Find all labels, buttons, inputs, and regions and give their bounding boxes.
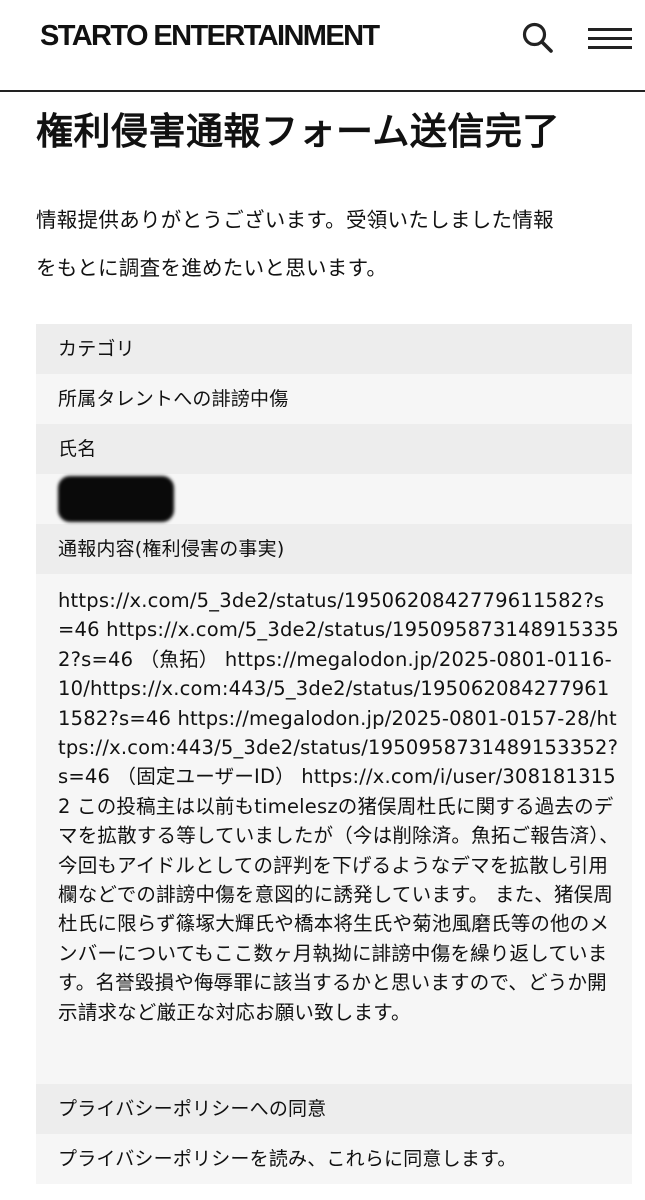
privacy-policy-value: プライバシーポリシーを読み、これらに同意します。 bbox=[36, 1134, 632, 1184]
hamburger-menu-icon bbox=[588, 28, 632, 31]
menu-button[interactable] bbox=[588, 26, 632, 52]
search-button[interactable] bbox=[520, 20, 556, 56]
redacted-name-block bbox=[58, 476, 174, 522]
search-icon bbox=[522, 22, 553, 53]
page-title: 権利侵害通報フォーム送信完了 bbox=[36, 110, 560, 153]
site-header: STARTO ENTERTAINMENT bbox=[0, 0, 645, 92]
category-value: 所属タレントへの誹謗中傷 bbox=[36, 374, 632, 424]
category-label: カテゴリ bbox=[36, 324, 632, 374]
submission-summary-table: カテゴリ 所属タレントへの誹謗中傷 氏名 通報内容(権利侵害の事実) https… bbox=[36, 324, 632, 1184]
report-content-value: https://x.com/5_3de2/status/195062084277… bbox=[36, 574, 632, 1084]
name-label: 氏名 bbox=[36, 424, 632, 474]
site-logo[interactable]: STARTO ENTERTAINMENT bbox=[40, 20, 380, 53]
privacy-policy-label: プライバシーポリシーへの同意 bbox=[36, 1084, 632, 1134]
intro-line-2: をもとに調査を進めたいと思います。 bbox=[36, 256, 388, 280]
hamburger-menu-icon-bar bbox=[588, 37, 632, 40]
hamburger-menu-icon-bar bbox=[588, 46, 632, 49]
report-content-label: 通報内容(権利侵害の事実) bbox=[36, 524, 632, 574]
name-value bbox=[36, 474, 632, 524]
intro-line-1: 情報提供ありがとうございます。受領いたしました情報 bbox=[36, 208, 554, 232]
intro-text: 情報提供ありがとうございます。受領いたしました情報 をもとに調査を進めたいと思い… bbox=[36, 196, 636, 292]
